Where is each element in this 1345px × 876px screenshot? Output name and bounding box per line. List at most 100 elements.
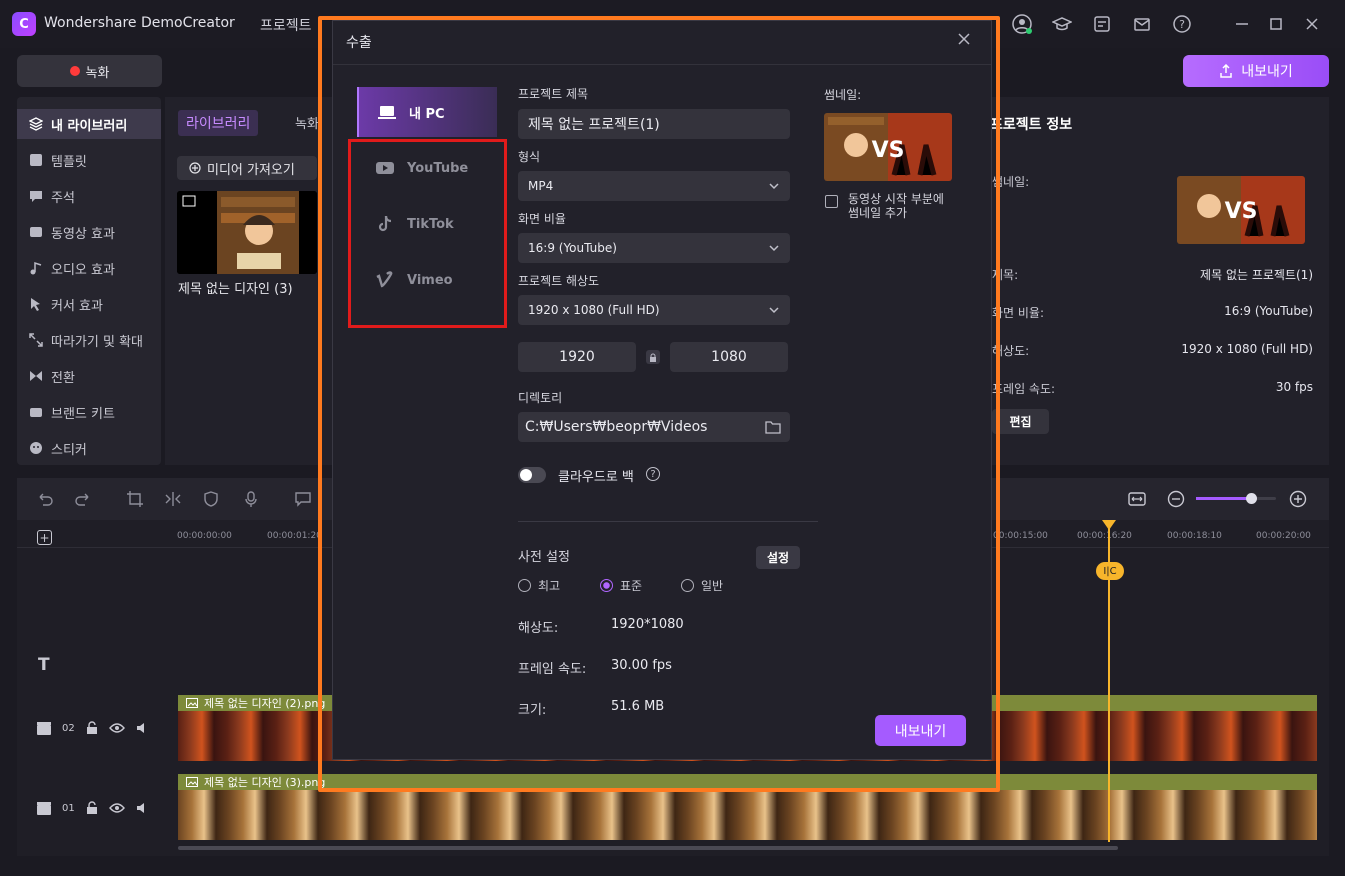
speaker-icon[interactable] xyxy=(135,801,149,815)
info-val-resolution: 1920 x 1080 (Full HD) xyxy=(1181,342,1313,356)
zoom-icon xyxy=(29,333,43,347)
sidebar-item-video-effect[interactable]: 동영상 효과 xyxy=(17,217,161,247)
menu-project[interactable]: 프로젝트 xyxy=(260,15,312,35)
track-number: 01 xyxy=(62,802,75,814)
template-icon xyxy=(29,153,43,167)
sidebar: 내 라이브러리 템플릿 주석 동영상 효과 오디오 효과 커서 효과 따라가기 … xyxy=(17,97,161,465)
playhead-split-marker[interactable]: I|C xyxy=(1096,562,1124,580)
ruler-tick: 00:00:16:20 xyxy=(1077,531,1132,541)
info-val-aspect: 16:9 (YouTube) xyxy=(1224,304,1313,318)
sidebar-item-label: 따라가기 및 확대 xyxy=(51,334,143,350)
sidebar-item-sticker[interactable]: 스티커 xyxy=(17,433,161,463)
text-track-icon[interactable]: T xyxy=(38,655,50,675)
annotation-icon xyxy=(29,189,43,203)
audio-effect-icon xyxy=(29,261,43,275)
lock-icon[interactable] xyxy=(85,801,99,815)
upload-icon xyxy=(1219,64,1233,78)
info-key-fps: 프레임 속도: xyxy=(992,382,1056,396)
eye-icon[interactable] xyxy=(108,801,125,815)
sidebar-item-template[interactable]: 템플릿 xyxy=(17,145,161,175)
export-top-button[interactable]: 내보내기 xyxy=(1183,55,1329,87)
timeline-scrollbar[interactable] xyxy=(178,846,1118,850)
ruler-tick: 00:00:18:10 xyxy=(1167,531,1222,541)
zoom-slider[interactable] xyxy=(1196,493,1276,504)
account-icon[interactable] xyxy=(1012,14,1032,34)
sidebar-item-label: 템플릿 xyxy=(51,154,87,170)
clip-filmstrip xyxy=(178,790,1317,840)
mail-icon[interactable] xyxy=(1132,14,1152,34)
sidebar-item-annotation[interactable]: 주석 xyxy=(17,181,161,211)
media-thumbnail[interactable] xyxy=(177,191,317,274)
sidebar-item-label: 스티커 xyxy=(51,442,87,458)
eye-icon[interactable] xyxy=(108,721,125,735)
record-button[interactable]: 녹화 xyxy=(17,55,162,87)
sticker-icon xyxy=(29,441,43,455)
sidebar-item-label: 내 라이브러리 xyxy=(51,118,128,134)
fit-timeline-icon[interactable] xyxy=(1128,490,1146,508)
video-effect-icon xyxy=(29,225,43,239)
transition-icon xyxy=(29,369,43,383)
clapper-icon xyxy=(36,720,52,736)
ruler-tick: 00:00:15:00 xyxy=(993,531,1048,541)
svg-text:VS: VS xyxy=(1225,199,1258,224)
add-track-icon[interactable]: + xyxy=(37,530,52,545)
image-icon xyxy=(186,777,198,787)
crop-icon[interactable] xyxy=(126,490,144,508)
info-val-fps: 30 fps xyxy=(1275,380,1313,394)
sidebar-item-brand-kit[interactable]: 브랜드 키트 xyxy=(17,397,161,427)
project-info-title: 프로젝트 정보 xyxy=(990,117,1073,133)
edit-project-button[interactable]: 편집 xyxy=(992,409,1049,434)
clapper-icon xyxy=(36,800,52,816)
zoom-out-icon[interactable] xyxy=(1167,490,1185,508)
close-window-icon[interactable] xyxy=(1302,14,1322,34)
sidebar-item-transition[interactable]: 전환 xyxy=(17,361,161,391)
info-val-title: 제목 없는 프로젝트(1) xyxy=(1200,268,1313,282)
minimize-icon[interactable] xyxy=(1232,14,1252,34)
svg-text:?: ? xyxy=(1179,18,1185,31)
zoom-slider-fill xyxy=(1196,497,1251,500)
split-icon[interactable] xyxy=(164,490,182,508)
sidebar-item-cursor-effect[interactable]: 커서 효과 xyxy=(17,289,161,319)
graduation-cap-icon[interactable] xyxy=(1052,14,1072,34)
record-label: 녹화 xyxy=(85,65,110,81)
sidebar-item-label: 커서 효과 xyxy=(51,298,103,314)
export-top-label: 내보내기 xyxy=(1241,64,1293,80)
record-dot-icon xyxy=(69,66,80,76)
ruler-tick: 00:00:20:00 xyxy=(1256,531,1311,541)
zoom-slider-handle[interactable] xyxy=(1246,493,1257,504)
sidebar-item-label: 동영상 효과 xyxy=(51,226,115,242)
ruler-tick: 00:00:00:00 xyxy=(177,531,232,541)
maximize-icon[interactable] xyxy=(1266,14,1286,34)
track-number: 02 xyxy=(62,722,75,734)
import-media-label: 미디어 가져오기 xyxy=(207,162,295,178)
image-icon xyxy=(186,698,198,708)
app-title: Wondershare DemoCreator xyxy=(44,15,235,31)
zoom-in-icon[interactable] xyxy=(1289,490,1307,508)
ruler-tick: 00:00:01:20 xyxy=(267,531,322,541)
highlight-orange-frame xyxy=(318,16,1000,792)
track-header-02: 02 xyxy=(36,720,149,736)
sidebar-item-zoom[interactable]: 따라가기 및 확대 xyxy=(17,325,161,355)
undo-icon[interactable] xyxy=(36,490,54,508)
track-header-01: 01 xyxy=(36,800,149,816)
caption-icon[interactable] xyxy=(294,490,312,508)
help-icon[interactable]: ? xyxy=(1172,14,1192,34)
sidebar-item-my-library[interactable]: 내 라이브러리 xyxy=(17,109,161,139)
checklist-icon[interactable] xyxy=(1092,14,1112,34)
sidebar-item-audio-effect[interactable]: 오디오 효과 xyxy=(17,253,161,283)
project-info-thumbnail: VS xyxy=(1177,176,1305,244)
library-icon xyxy=(29,117,43,131)
shield-icon[interactable] xyxy=(202,490,220,508)
clip-name: 제목 없는 디자인 (3).png xyxy=(204,776,326,789)
tab-record[interactable]: 녹화 xyxy=(295,113,319,132)
sidebar-item-label: 전환 xyxy=(51,370,75,386)
app-logo-icon: C xyxy=(12,12,36,36)
microphone-icon[interactable] xyxy=(242,490,260,508)
brand-kit-icon xyxy=(29,405,43,419)
import-media-button[interactable]: 미디어 가져오기 xyxy=(177,156,317,180)
lock-icon[interactable] xyxy=(85,721,99,735)
sidebar-item-label: 주석 xyxy=(51,190,75,206)
tab-library[interactable]: 라이브러리 xyxy=(178,110,259,136)
redo-icon[interactable] xyxy=(74,490,92,508)
speaker-icon[interactable] xyxy=(135,721,149,735)
